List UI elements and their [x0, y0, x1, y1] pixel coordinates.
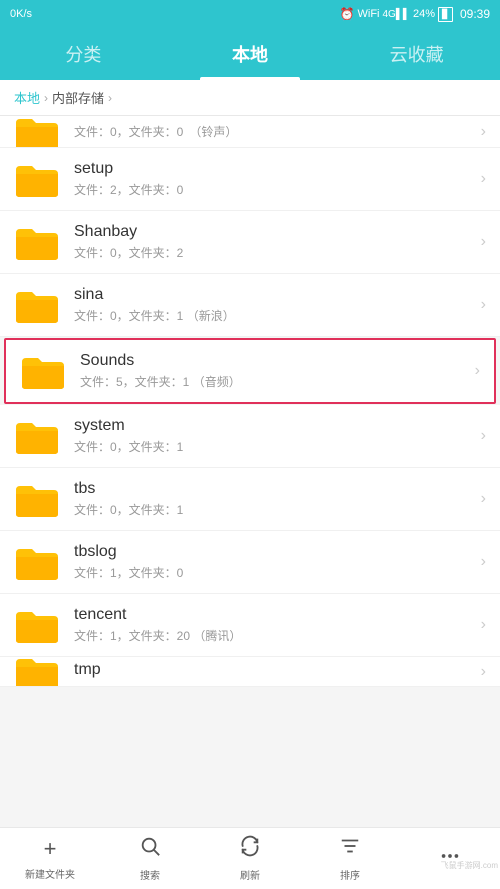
- bottom-nav: + 新建文件夹 搜索 刷新: [0, 827, 500, 889]
- file-name: Shanbay: [74, 223, 473, 241]
- list-item[interactable]: system 文件：0，文件夹：1 ›: [0, 405, 500, 468]
- file-meta: 文件：0，文件夹：1: [74, 501, 473, 518]
- battery-level: 24%: [413, 8, 435, 20]
- battery-icon: ▊: [438, 7, 453, 22]
- file-name: system: [74, 417, 473, 435]
- breadcrumb-root[interactable]: 本地: [14, 88, 40, 107]
- tab-categories-label: 分类: [65, 41, 101, 67]
- tab-bar: 分类 本地 云收藏: [0, 28, 500, 80]
- file-info: Shanbay 文件：0，文件夹：2: [74, 223, 473, 261]
- file-name: sina: [74, 286, 473, 304]
- list-item[interactable]: 文件：0，文件夹：0 （铃声） ›: [0, 116, 500, 148]
- refresh-button[interactable]: 刷新: [200, 835, 300, 882]
- folder-icon: [14, 606, 60, 644]
- list-item[interactable]: tencent 文件：1，文件夹：20 （腾讯） ›: [0, 594, 500, 657]
- more-button[interactable]: 飞鼠手游网.com: [400, 845, 500, 873]
- signal-icon: 4G▌▌: [383, 9, 411, 20]
- chevron-icon: ›: [481, 123, 486, 141]
- chevron-icon: ›: [481, 296, 486, 314]
- file-list: 文件：0，文件夹：0 （铃声） › setup 文件：2，文件夹：0 ›: [0, 116, 500, 827]
- list-item[interactable]: tbslog 文件：1，文件夹：0 ›: [0, 531, 500, 594]
- status-icons: ⏰ WiFi 4G▌▌ 24% ▊ 09:39: [340, 7, 490, 22]
- refresh-icon: [239, 835, 261, 863]
- file-meta: 文件：0，文件夹：2: [74, 244, 473, 261]
- search-label: 搜索: [140, 867, 160, 882]
- chevron-icon: ›: [481, 170, 486, 188]
- watermark: 飞鼠手游网.com: [441, 860, 498, 871]
- breadcrumb-sep-2: ›: [108, 91, 112, 105]
- chevron-icon: ›: [481, 553, 486, 571]
- file-name: tbs: [74, 480, 473, 498]
- chevron-icon: ›: [481, 616, 486, 634]
- folder-icon: [14, 223, 60, 261]
- file-info: tmp: [74, 661, 473, 682]
- list-item-sounds[interactable]: Sounds 文件：5，文件夹：1 （音频） ›: [4, 338, 496, 404]
- file-meta: 文件：0，文件夹：1 （新浪）: [74, 307, 473, 324]
- list-item[interactable]: tmp ›: [0, 657, 500, 687]
- file-meta: 文件：0，文件夹：0 （铃声）: [74, 123, 473, 140]
- list-item[interactable]: sina 文件：0，文件夹：1 （新浪） ›: [0, 274, 500, 337]
- plus-icon: +: [44, 836, 57, 862]
- file-meta: 文件：1，文件夹：0: [74, 564, 473, 581]
- file-info: sina 文件：0，文件夹：1 （新浪）: [74, 286, 473, 324]
- status-bar: 0K/s ⏰ WiFi 4G▌▌ 24% ▊ 09:39: [0, 0, 500, 28]
- file-info: tbs 文件：0，文件夹：1: [74, 480, 473, 518]
- list-item[interactable]: setup 文件：2，文件夹：0 ›: [0, 148, 500, 211]
- file-name: tmp: [74, 661, 473, 679]
- file-meta: 文件：0，文件夹：1: [74, 438, 473, 455]
- folder-icon: [14, 543, 60, 581]
- new-folder-label: 新建文件夹: [25, 866, 75, 881]
- folder-icon: [14, 417, 60, 455]
- network-speed: 0K/s: [10, 8, 32, 20]
- chevron-icon: ›: [481, 233, 486, 251]
- folder-icon: [14, 160, 60, 198]
- file-info: setup 文件：2，文件夹：0: [74, 160, 473, 198]
- file-info: 文件：0，文件夹：0 （铃声）: [74, 123, 473, 140]
- chevron-icon: ›: [481, 663, 486, 681]
- file-name: Sounds: [80, 352, 467, 370]
- main-content: 本地 › 内部存储 › 文件：0，文件夹：0 （铃声） ›: [0, 80, 500, 827]
- refresh-label: 刷新: [240, 867, 260, 882]
- tab-categories[interactable]: 分类: [0, 28, 167, 80]
- folder-icon: [14, 286, 60, 324]
- sort-label: 排序: [340, 867, 360, 882]
- list-item[interactable]: tbs 文件：0，文件夹：1 ›: [0, 468, 500, 531]
- file-name: tencent: [74, 606, 473, 624]
- folder-icon: [14, 480, 60, 518]
- file-meta: 文件：1，文件夹：20 （腾讯）: [74, 627, 473, 644]
- breadcrumb: 本地 › 内部存储 ›: [0, 80, 500, 116]
- search-icon: [139, 835, 161, 863]
- folder-icon: [14, 116, 60, 148]
- search-button[interactable]: 搜索: [100, 835, 200, 882]
- file-info: Sounds 文件：5，文件夹：1 （音频）: [80, 352, 467, 390]
- file-name: setup: [74, 160, 473, 178]
- status-speed: 0K/s: [10, 8, 336, 20]
- time-display: 09:39: [460, 7, 490, 21]
- folder-icon: [20, 352, 66, 390]
- list-item[interactable]: Shanbay 文件：0，文件夹：2 ›: [0, 211, 500, 274]
- folder-icon: [14, 657, 60, 687]
- clock-icon: ⏰: [340, 7, 355, 21]
- file-info: tbslog 文件：1，文件夹：0: [74, 543, 473, 581]
- file-info: system 文件：0，文件夹：1: [74, 417, 473, 455]
- tab-local-label: 本地: [232, 41, 268, 67]
- file-info: tencent 文件：1，文件夹：20 （腾讯）: [74, 606, 473, 644]
- tab-cloud-label: 云收藏: [390, 41, 444, 67]
- chevron-icon: ›: [481, 490, 486, 508]
- sort-icon: [339, 835, 361, 863]
- new-folder-button[interactable]: + 新建文件夹: [0, 836, 100, 881]
- file-meta: 文件：2，文件夹：0: [74, 181, 473, 198]
- breadcrumb-sep-1: ›: [44, 91, 48, 105]
- wifi-icon: WiFi: [358, 8, 380, 20]
- file-meta: 文件：5，文件夹：1 （音频）: [80, 373, 467, 390]
- file-name: tbslog: [74, 543, 473, 561]
- chevron-icon: ›: [481, 427, 486, 445]
- breadcrumb-current: 内部存储: [52, 88, 104, 107]
- sort-button[interactable]: 排序: [300, 835, 400, 882]
- tab-cloud[interactable]: 云收藏: [333, 28, 500, 80]
- chevron-icon: ›: [475, 362, 480, 380]
- tab-local[interactable]: 本地: [167, 28, 334, 80]
